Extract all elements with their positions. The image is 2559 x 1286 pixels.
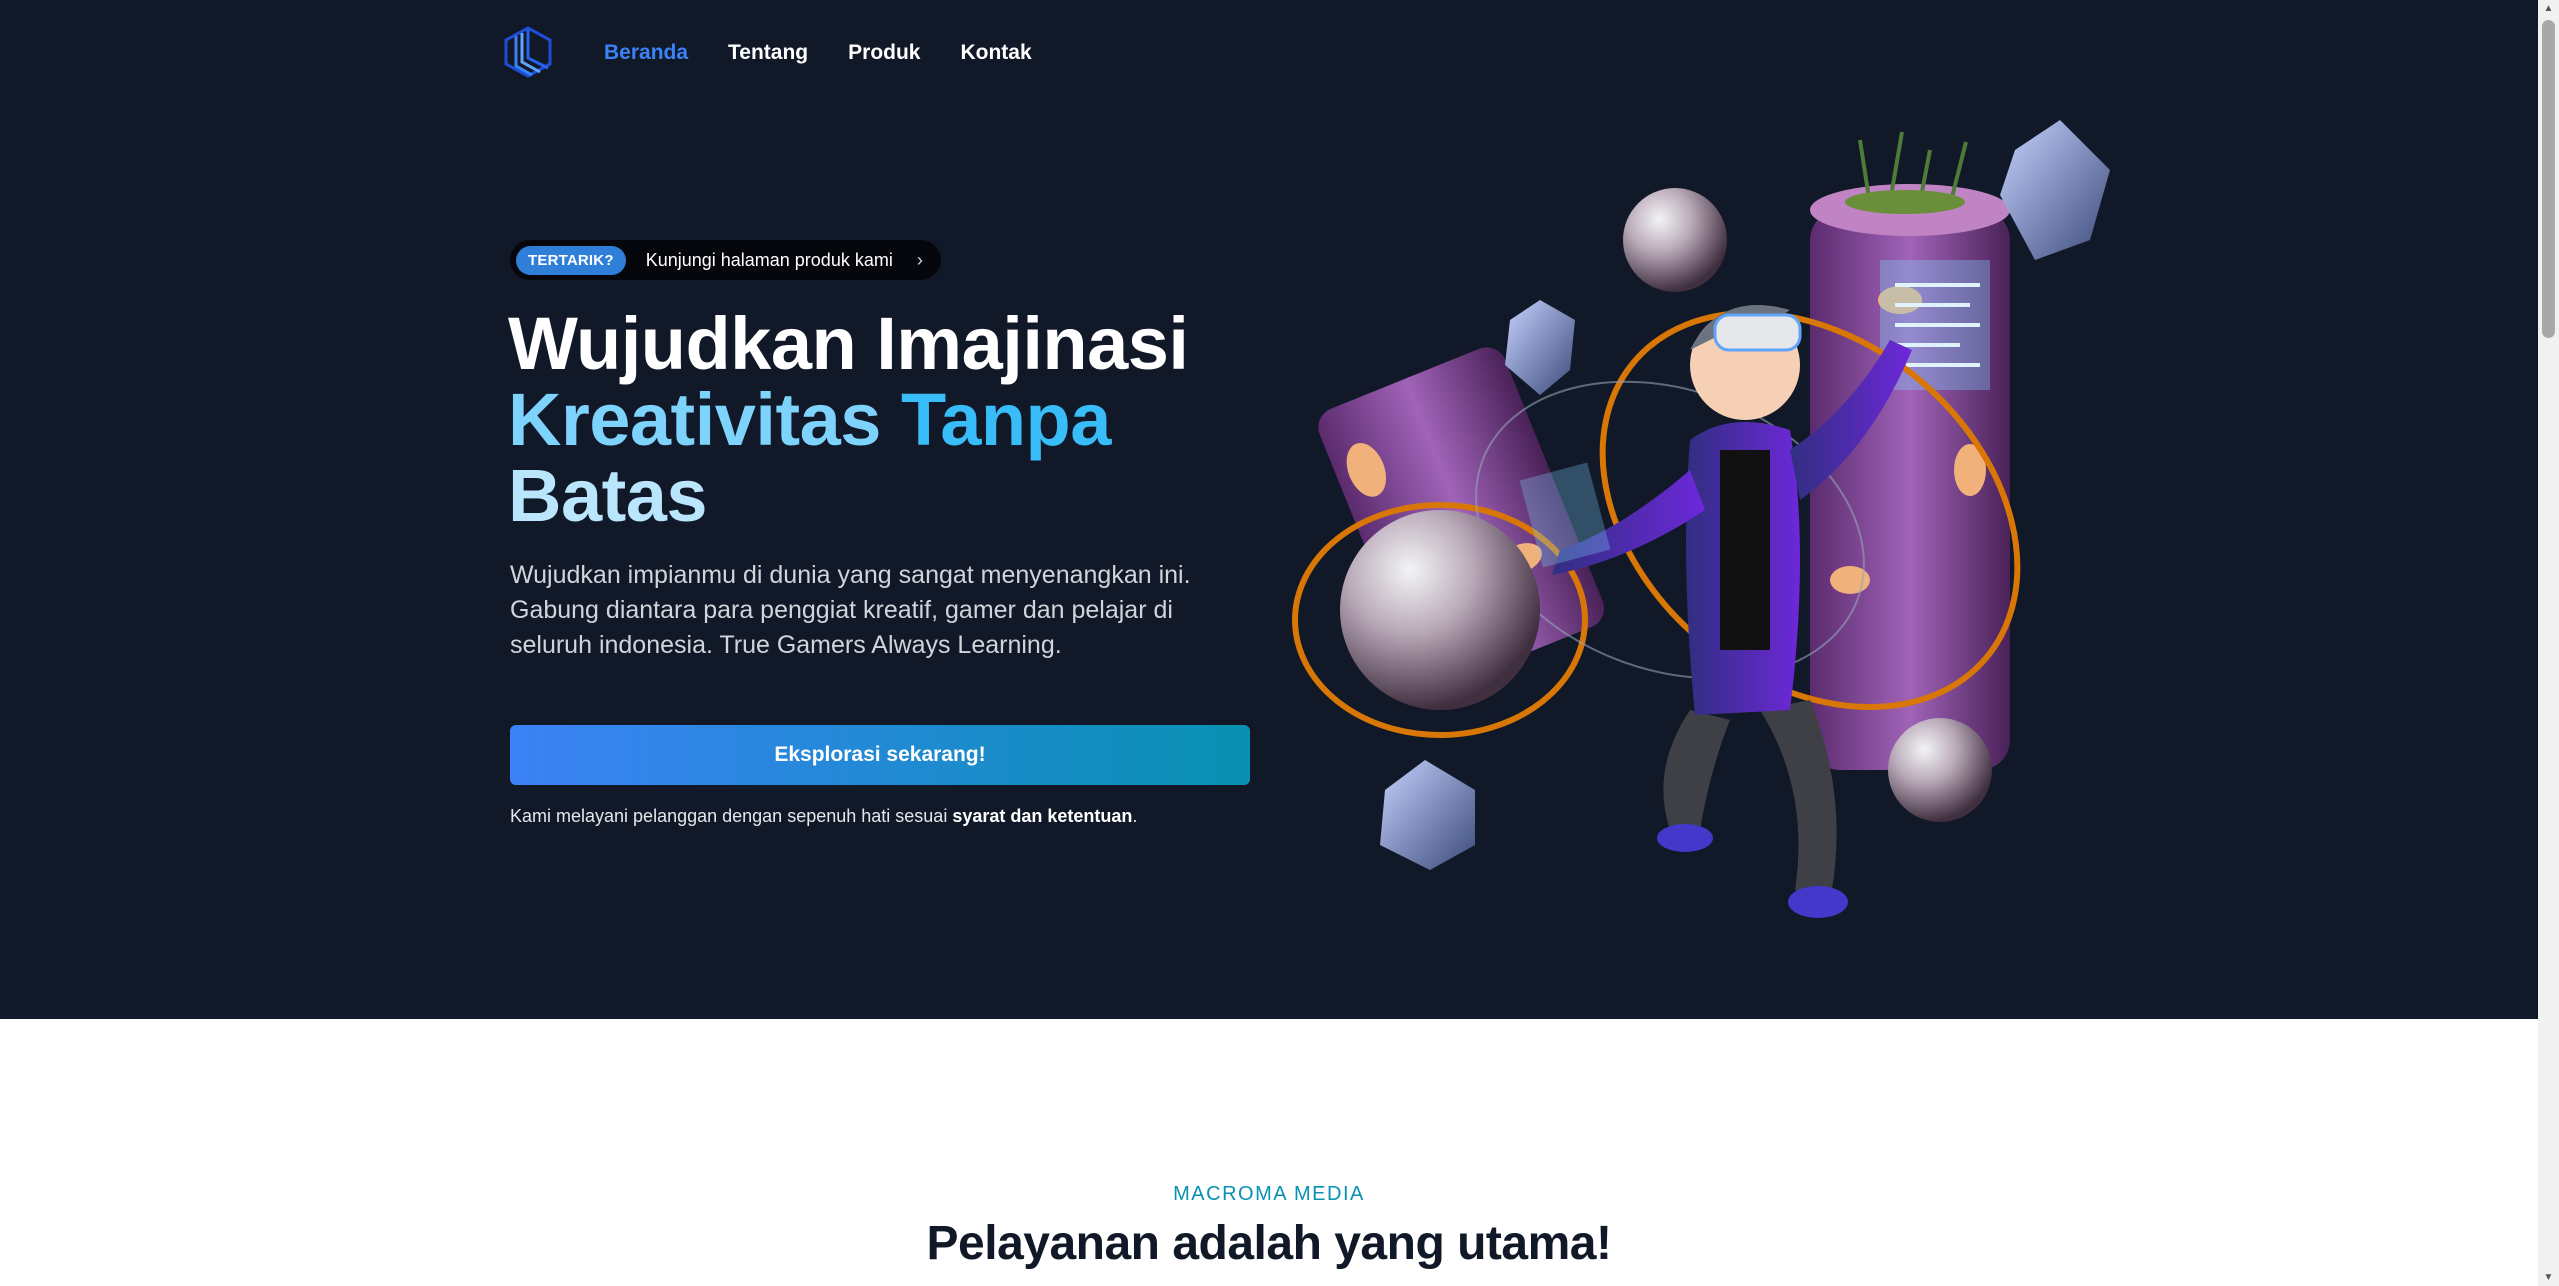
hero-title: Wujudkan Imajinasi Kreativitas Tanpa Bat… — [508, 306, 1268, 534]
hero-title-line1: Wujudkan Imajinasi — [508, 302, 1189, 385]
badge-text: Kunjungi halaman produk kami — [645, 249, 893, 270]
explore-button[interactable]: Eksplorasi sekarang! — [510, 725, 1250, 785]
terms-prefix: Kami melayani pelanggan dengan sepenuh h… — [510, 806, 953, 826]
main-nav: Beranda Tentang Produk Kontak — [604, 38, 1032, 68]
terms-note: Kami melayani pelanggan dengan sepenuh h… — [510, 806, 1137, 827]
scroll-up-icon[interactable]: ▲ — [2538, 0, 2559, 17]
page-scrollbar[interactable]: ▲ ▼ — [2538, 0, 2559, 1286]
terms-suffix: . — [1132, 806, 1138, 826]
scrollbar-thumb[interactable] — [2542, 20, 2555, 338]
product-page-badge[interactable]: TERTARIK? Kunjungi halaman produk kami › — [510, 240, 941, 280]
hero-description: Wujudkan impianmu di dunia yang sangat m… — [510, 561, 1191, 659]
hero-title-line3: Batas — [508, 454, 708, 537]
chevron-right-icon: › — [916, 249, 923, 270]
scroll-down-icon[interactable]: ▼ — [2538, 1269, 2559, 1286]
nav-item-beranda[interactable]: Beranda — [604, 38, 688, 68]
terms-link[interactable]: syarat dan ketentuan — [952, 806, 1132, 826]
hero-title-line2b: Tanpa — [900, 378, 1111, 461]
badge-tag: TERTARIK? — [516, 245, 626, 275]
section-title: Pelayanan adalah yang utama! — [926, 1217, 1612, 1270]
hero-title-line2a: Kreativitas — [508, 378, 881, 461]
macroma-logo-icon[interactable] — [502, 24, 554, 80]
nav-item-tentang[interactable]: Tentang — [728, 38, 808, 68]
vr-character-3d-illustration — [1292, 120, 2110, 918]
nav-item-produk[interactable]: Produk — [848, 38, 920, 68]
hero-section: Beranda Tentang Produk Kontak TERTARIK? … — [0, 0, 2538, 1019]
nav-item-kontak[interactable]: Kontak — [960, 38, 1031, 68]
section-eyebrow: MACROMA MEDIA — [1173, 1183, 1365, 1205]
